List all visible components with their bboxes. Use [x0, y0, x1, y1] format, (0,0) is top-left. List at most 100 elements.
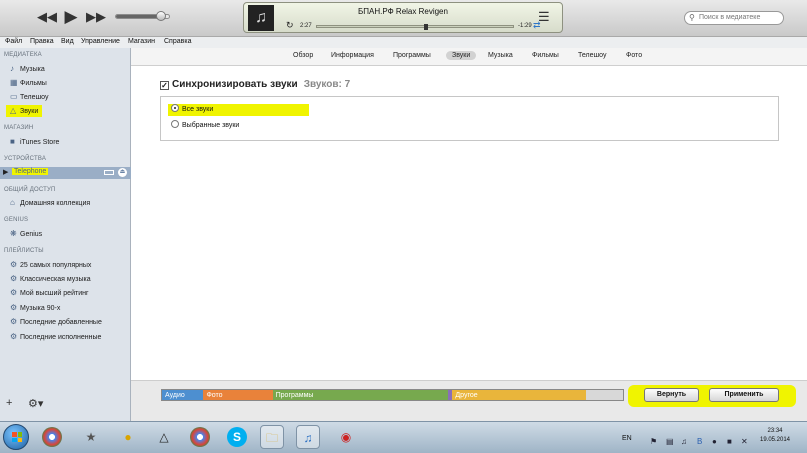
- chrome-icon[interactable]: [42, 427, 62, 447]
- tanks-game-icon[interactable]: ★: [79, 425, 103, 449]
- sidebar-header-shared: ОБЩИЙ ДОСТУП: [4, 187, 56, 193]
- sidebar-item-playlist[interactable]: ⚙ Музыка 90-х: [10, 302, 60, 314]
- sidebar-item-movies[interactable]: ▦ Фильмы: [10, 77, 47, 89]
- sidebar-item-playlist[interactable]: ⚙ Классическая музыка: [10, 273, 91, 285]
- player-toolbar: ◀◀ ▶ ▶▶ ♫ БПАН.РФ Relax Revigen ↻ 2:27 -…: [0, 0, 807, 37]
- sidebar-item-genius[interactable]: ❋ Genius: [10, 228, 42, 240]
- itunes-icon[interactable]: ♫: [296, 425, 320, 449]
- sync-tones-header: ✓ Синхронизировать звуки Звуков: 7: [160, 79, 350, 90]
- taskbar-clock[interactable]: 23:34 19.05.2014: [758, 427, 792, 445]
- menu-help[interactable]: Справка: [164, 38, 191, 45]
- menu-file[interactable]: Файл: [5, 38, 22, 45]
- capacity-segment: [586, 390, 623, 400]
- sidebar-item-label: Мой высший рейтинг: [20, 290, 89, 297]
- rewind-icon[interactable]: ◀◀: [37, 8, 57, 26]
- language-indicator[interactable]: EN: [622, 435, 632, 442]
- clock-time: 23:34: [767, 428, 783, 434]
- gear-icon: ⚙: [10, 274, 18, 283]
- sidebar-item-playlist[interactable]: ⚙ 25 самых популярных: [10, 259, 91, 271]
- tab-music[interactable]: Музыка: [488, 52, 513, 59]
- radio-button-icon: [171, 120, 179, 128]
- sidebar-item-itunes-store[interactable]: ■ iTunes Store: [10, 136, 59, 148]
- sidebar-header-devices: УСТРОЙСТВА: [4, 156, 47, 162]
- network-icon[interactable]: ▤: [666, 437, 674, 446]
- sidebar-item-label: Телешоу: [20, 94, 49, 101]
- film-icon: ▦: [10, 78, 18, 87]
- sidebar-header-playlists: ПЛЕЙЛИСТЫ: [4, 248, 44, 254]
- volume-knob[interactable]: [156, 11, 167, 21]
- tab-summary[interactable]: Обзор: [293, 52, 313, 59]
- sidebar-item-label: Genius: [20, 231, 43, 238]
- paint-app-icon[interactable]: ◉: [334, 425, 358, 449]
- tones-count: Звуков: 7: [303, 79, 351, 90]
- gear-icon: ⚙: [10, 332, 18, 341]
- now-playing-display: ♫ БПАН.РФ Relax Revigen ↻ 2:27 -1:29 ⇄: [243, 2, 563, 33]
- clock-date: 19.05.2014: [759, 437, 791, 443]
- bell-icon: △: [10, 106, 17, 115]
- home-icon: ⌂: [10, 198, 15, 207]
- play-icon[interactable]: ▶: [62, 8, 80, 26]
- sidebar-item-music[interactable]: ♪ Музыка: [10, 63, 45, 75]
- add-playlist-icon[interactable]: +: [6, 397, 12, 409]
- tray-app-icon[interactable]: ●: [712, 437, 717, 446]
- apply-button[interactable]: Применить: [709, 388, 779, 402]
- media-app-icon[interactable]: ●: [116, 425, 140, 449]
- menu-view[interactable]: Вид: [61, 38, 74, 45]
- sidebar-item-home-sharing[interactable]: ⌂ Домашняя коллекция: [10, 197, 90, 209]
- device-name: Telephone: [12, 168, 49, 175]
- sidebar-item-tones[interactable]: △ Звуки: [6, 105, 43, 117]
- eject-icon[interactable]: ⏏: [118, 168, 127, 177]
- folder-icon[interactable]: 🗀: [260, 425, 284, 449]
- sync-label: Синхронизировать звуки: [172, 79, 298, 90]
- tab-photos[interactable]: Фото: [626, 52, 642, 59]
- chrome-icon[interactable]: [190, 427, 210, 447]
- capacity-segment: Другое: [452, 390, 587, 400]
- sidebar-item-playlist[interactable]: ⚙ Последние исполненные: [10, 331, 101, 343]
- sidebar-item-label: Последние добавленные: [20, 319, 102, 326]
- expand-triangle-icon[interactable]: ▶: [3, 168, 8, 176]
- start-button[interactable]: [3, 424, 29, 450]
- remaining-time: -1:29: [518, 23, 532, 29]
- sidebar-item-playlist[interactable]: ⚙ Последние добавленные: [10, 316, 102, 328]
- sidebar-header-genius: GENIUS: [4, 217, 29, 223]
- sidebar-header-store: МАГАЗИН: [4, 125, 34, 131]
- gear-icon: ⚙: [10, 317, 18, 326]
- sidebar-item-playlist[interactable]: ⚙ Мой высший рейтинг: [10, 287, 89, 299]
- tab-tvshows[interactable]: Телешоу: [578, 52, 606, 59]
- tab-tones[interactable]: Звуки: [446, 51, 477, 60]
- delta-app-icon[interactable]: △: [152, 425, 176, 449]
- radio-label: Все звуки: [182, 106, 214, 113]
- tab-apps[interactable]: Программы: [393, 52, 431, 59]
- sync-checkbox[interactable]: ✓: [160, 81, 169, 90]
- skype-icon[interactable]: S: [227, 427, 247, 447]
- elapsed-time: 2:27: [300, 23, 312, 29]
- radio-all-tones[interactable]: Все звуки: [168, 104, 310, 116]
- tab-movies[interactable]: Фильмы: [532, 52, 559, 59]
- revert-button[interactable]: Вернуть: [644, 388, 699, 402]
- capacity-bar: Аудио Фото Программы Другое: [161, 389, 624, 401]
- radio-selected-tones[interactable]: Выбранные звуки: [168, 120, 242, 132]
- menu-controls[interactable]: Управление: [81, 38, 120, 45]
- volume-icon[interactable]: ♫: [681, 437, 687, 446]
- tray-app-icon[interactable]: ■: [727, 437, 732, 446]
- search-input[interactable]: ⚲ Поиск в медиатеке: [684, 11, 784, 25]
- tray-flag-icon[interactable]: ⚑: [650, 437, 657, 446]
- sidebar-item-tvshows[interactable]: ▭ Телешоу: [10, 91, 48, 103]
- radio-label: Выбранные звуки: [182, 122, 240, 129]
- tv-icon: ▭: [10, 92, 18, 101]
- vk-icon[interactable]: B: [697, 437, 702, 446]
- settings-gear-icon[interactable]: ⚙▾: [28, 397, 43, 410]
- volume-slider[interactable]: [115, 11, 170, 21]
- sidebar-item-label: iTunes Store: [20, 139, 60, 146]
- search-icon: ⚲: [689, 13, 695, 22]
- repeat-icon[interactable]: ↻: [286, 20, 294, 31]
- list-view-icon[interactable]: ☰: [538, 9, 550, 25]
- menu-edit[interactable]: Правка: [30, 38, 54, 45]
- tab-info[interactable]: Информация: [331, 52, 374, 59]
- progress-track[interactable]: [316, 24, 514, 30]
- tray-close-icon[interactable]: ✕: [741, 437, 748, 446]
- sidebar-header-library: МЕДИАТЕКА: [4, 52, 42, 58]
- progress-knob[interactable]: [423, 24, 428, 30]
- fast-forward-icon[interactable]: ▶▶: [86, 8, 106, 26]
- menu-store[interactable]: Магазин: [128, 38, 155, 45]
